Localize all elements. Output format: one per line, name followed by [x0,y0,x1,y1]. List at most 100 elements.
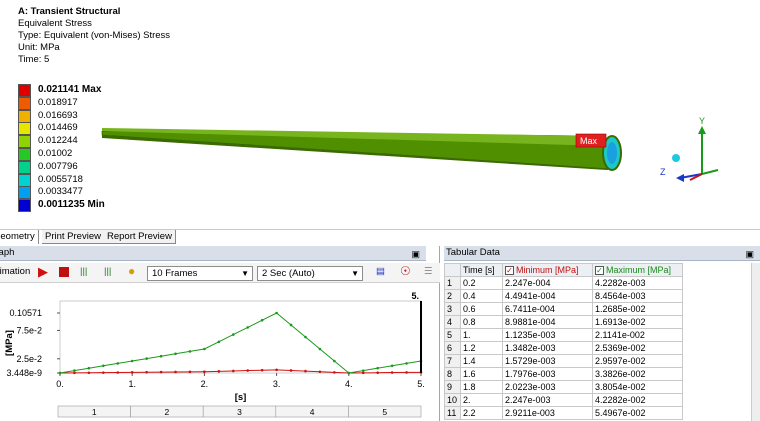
animation-label: Animation [0,266,31,277]
triad-y-label: Y [699,116,705,126]
maximum-series-point [145,357,148,360]
minimum-series-point [145,370,148,374]
maximum-series-point [246,326,250,329]
row-index: 6 [444,341,461,355]
row-index: 2 [444,289,461,303]
cell-minimum: 2.247e-003 [502,393,593,407]
cell-maximum: 2.5369e-002 [592,341,683,355]
row-index: 8 [444,367,461,381]
cell-maximum: 4.2282e-003 [592,276,683,290]
frames-select[interactable]: 10 Frames ▼ [147,266,253,281]
cell-time: 0.8 [460,315,503,329]
tab-report-preview[interactable]: Report Preview [104,230,176,244]
cell-time: 1.2 [460,341,503,355]
cell-maximum: 2.9597e-002 [592,354,683,368]
maximum-series-point [361,369,365,372]
cell-minimum: 1.7976e-003 [502,367,593,381]
cell-time: 1.8 [460,380,503,394]
x-tick-label: 5. [417,379,425,389]
cell-time: 1.6 [460,367,503,381]
minimum-series-point [289,369,293,372]
checkbox-maximum[interactable]: ✓ [595,265,604,275]
pin-icon[interactable]: ▣ [745,247,754,261]
stop-icon[interactable] [59,267,69,277]
cell-time: 0.2 [460,276,503,290]
x-tick-label: 2. [201,379,209,389]
stress-time-chart[interactable]: 0.10571 7.5e-2 2.5e-2 3.448e-9 0. 1. 2. 3. 4. 5. [… [0,283,440,421]
maximum-series-point [275,311,278,315]
graph-options-icon[interactable]: ☰ [424,266,433,277]
minimum-series-point [390,371,394,374]
row-index: 11 [444,406,461,420]
table-row[interactable]: 10 2. 2.247e-003 4.2282e-002 [444,393,683,407]
maximum-series-point [87,366,91,370]
play-icon[interactable]: ▶ [38,264,48,280]
frames-result-icon[interactable]: ||| [104,266,111,277]
tab-print-preview[interactable]: Print Preview [42,230,105,244]
cell-maximum: 5.4967e-002 [592,406,683,420]
cell-maximum: 8.4564e-003 [592,289,683,303]
cell-maximum: 3.8054e-002 [592,380,683,394]
plot-area[interactable] [59,300,422,374]
cell-minimum: 8.9881e-004 [502,315,593,329]
chevron-down-icon: ▼ [351,269,359,278]
col-minimum[interactable]: ✓ Minimum [MPa] [502,263,593,277]
tabular-data-panel: Tabular Data ▣ Time [s] ✓ Minimum [MPa] ✓… [444,246,760,421]
minimum-series-point [376,371,379,375]
maximum-series-point [130,359,134,363]
frame-cell-label: 2 [165,407,170,417]
export-video-icon[interactable]: ▤ [376,266,385,277]
maximum-series-point [333,359,336,363]
table-row[interactable]: 8 1.6 1.7976e-003 3.3826e-002 [444,367,683,381]
row-index: 3 [444,302,461,316]
tabular-data-table: Time [s] ✓ Minimum [MPa] ✓ Maximum [MPa] 1… [444,263,683,420]
duration-select[interactable]: 2 Sec (Auto) ▼ [257,266,363,281]
tab-geometry[interactable]: Geometry [0,230,39,244]
maximum-series-point [260,318,264,322]
checkbox-minimum[interactable]: ✓ [505,265,514,275]
table-row[interactable]: 2 0.4 4.4941e-004 8.4564e-003 [444,289,683,303]
table-row[interactable]: 9 1.8 2.0223e-003 3.8054e-002 [444,380,683,394]
minimum-series-point [130,371,134,374]
model-viewport[interactable]: A: Transient Structural Equivalent Stres… [0,0,760,229]
cell-maximum: 3.3826e-002 [592,367,683,381]
table-row[interactable]: 5 1. 1.1235e-003 2.1141e-002 [444,328,683,342]
y-tick-label: 2.5e-2 [16,354,42,364]
minimum-series-point [203,370,206,374]
table-row[interactable]: 11 2.2 2.9211e-003 5.4967e-002 [444,406,683,420]
table-row[interactable]: 6 1.2 1.3482e-003 2.5369e-002 [444,341,683,355]
maximum-series-point [390,364,394,368]
axis-triad[interactable]: Y Z [660,116,719,182]
table-row[interactable]: 4 0.8 8.9881e-004 1.6913e-002 [444,315,683,329]
pin-icon[interactable]: ▣ [411,247,420,261]
col-time[interactable]: Time [s] [460,263,503,277]
maximum-series-point [116,362,120,365]
cell-time: 0.6 [460,302,503,316]
col-maximum[interactable]: ✓ Maximum [MPa] [592,263,683,277]
cell-maximum: 4.2282e-002 [592,393,683,407]
y-axis-label: [MPa] [4,330,15,356]
maximum-series-point [289,323,293,327]
cell-minimum: 6.7411e-004 [502,302,593,316]
zoom-to-fit-icon[interactable]: ☉ [400,264,411,278]
minimum-series-point [174,370,177,374]
x-axis-label: [s] [235,392,247,403]
frame-cell-label: 5 [382,407,387,417]
frame-cell-label: 4 [310,407,315,417]
frame-cell-label: 1 [92,407,97,417]
table-row[interactable]: 3 0.6 6.7411e-004 1.2685e-002 [444,302,683,316]
cell-maximum: 2.1141e-002 [592,328,683,342]
maximum-series-point [102,364,105,368]
model-drawing: Max Y Z [101,116,719,182]
maximum-series-point [405,362,408,365]
tabular-scrollbar[interactable] [751,263,760,421]
table-row[interactable]: 7 1.4 1.5729e-003 2.9597e-002 [444,354,683,368]
frames-distributed-icon[interactable]: ||| [80,266,87,277]
animation-toolbar: Animation ▶ ||| ||| ● 10 Frames ▼ 2 Sec … [0,263,440,283]
row-index: 7 [444,354,461,368]
maximum-series-point [174,352,177,356]
maximum-series-point [304,335,307,339]
minimum-series-point [304,369,307,373]
table-row[interactable]: 1 0.2 2.247e-004 4.2282e-003 [444,276,683,290]
lightbulb-icon[interactable]: ● [128,264,135,278]
